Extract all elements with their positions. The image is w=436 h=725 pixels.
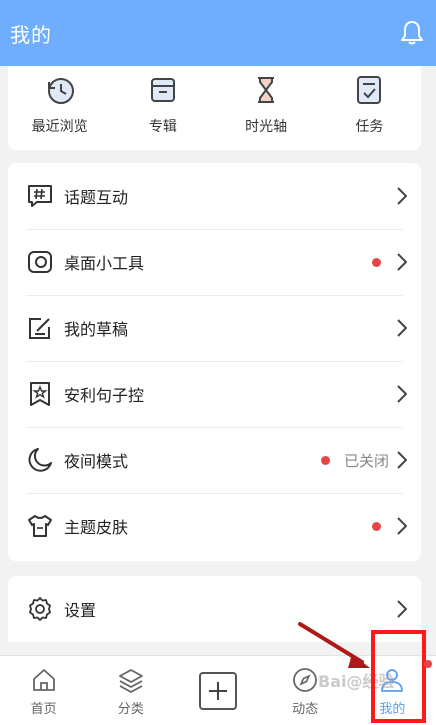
chevron-right-icon: [395, 252, 409, 272]
task-checklist-icon: [351, 72, 387, 108]
tab-label: 首页: [30, 702, 57, 717]
tab-label: 分类: [117, 702, 144, 717]
top-bar: 我的: [0, 0, 436, 66]
quick-item-album[interactable]: 专辑: [111, 66, 214, 150]
tab-categories[interactable]: 分类: [87, 656, 174, 725]
widget-icon: [26, 248, 54, 276]
bookmark-star-icon: [26, 380, 54, 408]
menu-label: 安利句子控: [64, 386, 145, 405]
menu-label: 主题皮肤: [64, 518, 129, 537]
gear-icon: [26, 595, 54, 623]
notification-dot: [372, 521, 381, 531]
add-icon: [198, 672, 237, 710]
layers-icon: [117, 666, 145, 694]
home-icon: [30, 666, 58, 694]
menu-label: 夜间模式: [64, 452, 129, 471]
history-clock-icon: [42, 72, 78, 108]
moon-icon: [26, 446, 54, 474]
bell-icon[interactable]: [398, 19, 426, 47]
menu-label: 话题互动: [64, 188, 129, 207]
quick-label: 时光轴: [245, 119, 288, 135]
quick-item-timeline[interactable]: 时光轴: [215, 66, 318, 150]
page-title: 我的: [10, 22, 52, 47]
notification-dot: [424, 660, 432, 668]
tab-home[interactable]: 首页: [0, 656, 87, 725]
menu-list: 话题互动 桌面小工具 我的草稿 安利句子控 夜间模式 已关闭 主题皮肤: [8, 163, 421, 561]
chevron-right-icon: [395, 384, 409, 404]
menu-item-themes[interactable]: 主题皮肤: [8, 493, 421, 559]
chevron-right-icon: [395, 318, 409, 338]
menu-item-night-mode[interactable]: 夜间模式 已关闭: [8, 427, 421, 493]
chevron-right-icon: [395, 186, 409, 206]
quick-label: 任务: [355, 119, 384, 135]
chevron-right-icon: [395, 516, 409, 536]
menu-item-widgets[interactable]: 桌面小工具: [8, 229, 421, 295]
hourglass-icon: [248, 72, 284, 108]
notification-dot: [372, 257, 381, 267]
menu-item-topics[interactable]: 话题互动: [8, 163, 421, 229]
menu-item-recommend[interactable]: 安利句子控: [8, 361, 421, 427]
quick-label: 专辑: [148, 119, 177, 135]
notification-dot: [320, 455, 330, 465]
menu-label: 我的草稿: [64, 320, 129, 339]
chevron-right-icon: [395, 599, 409, 619]
hashtag-chat-icon: [26, 182, 54, 210]
quick-label: 最近浏览: [31, 119, 88, 135]
album-box-icon: [145, 72, 181, 108]
night-mode-status: 已关闭: [343, 451, 389, 470]
quick-actions: 最近浏览 专辑 时光轴 任务: [8, 66, 421, 150]
quick-item-history[interactable]: 最近浏览: [8, 66, 111, 150]
tshirt-icon: [26, 512, 54, 540]
draft-edit-icon: [26, 314, 54, 342]
chevron-right-icon: [395, 450, 409, 470]
quick-item-tasks[interactable]: 任务: [318, 66, 421, 150]
menu-label: 桌面小工具: [64, 254, 145, 273]
tab-add[interactable]: [174, 656, 261, 725]
tab-label: 动态: [292, 702, 319, 717]
annotation-highlight-box: [371, 630, 426, 723]
menu-item-drafts[interactable]: 我的草稿: [8, 295, 421, 361]
